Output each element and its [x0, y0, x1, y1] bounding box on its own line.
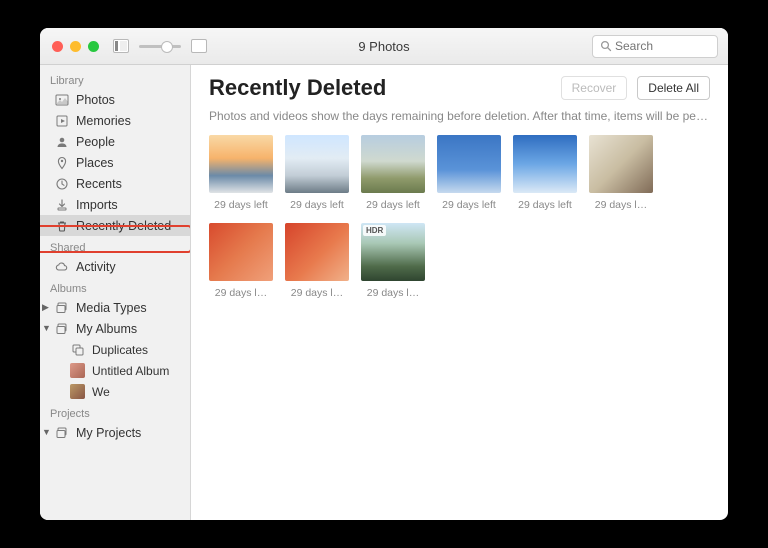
page-title: Recently Deleted	[209, 75, 551, 101]
photo-thumbnail[interactable]: HDR	[361, 223, 425, 281]
hdr-badge: HDR	[363, 225, 386, 236]
delete-all-button[interactable]: Delete All	[637, 76, 710, 100]
recover-button[interactable]: Recover	[561, 76, 628, 100]
sidebar-item-label: People	[76, 135, 115, 149]
main-content: Recently Deleted Recover Delete All Phot…	[191, 65, 728, 520]
sidebar-item-untitled-album[interactable]: Untitled Album	[40, 360, 190, 381]
sidebar-section-albums: Albums	[40, 277, 190, 297]
sidebar-item-label: Recently Deleted	[76, 219, 171, 233]
sidebar-item-people[interactable]: People	[40, 131, 190, 152]
sidebar-item-activity[interactable]: Activity	[40, 256, 190, 277]
days-left-caption: 29 days l…	[215, 287, 268, 299]
sidebar: Library Photos Memories People	[40, 65, 191, 520]
days-left-caption: 29 days l…	[291, 287, 344, 299]
sidebar-item-duplicates[interactable]: Duplicates	[40, 339, 190, 360]
days-left-caption: 29 days left	[442, 199, 496, 211]
close-window-button[interactable]	[52, 41, 63, 52]
app-window: 9 Photos Library Photos Memories	[40, 28, 728, 520]
toolbar-view-controls	[113, 39, 207, 53]
chevron-right-icon[interactable]: ▶	[42, 302, 49, 313]
photo-thumbnail[interactable]	[209, 223, 273, 281]
days-left-caption: 29 days left	[214, 199, 268, 211]
photo-grid: 29 days left 29 days left 29 days left 2…	[209, 135, 710, 299]
sidebar-item-recently-deleted[interactable]: Recently Deleted	[40, 215, 190, 236]
album-thumbnail-icon	[70, 384, 85, 399]
titlebar: 9 Photos	[40, 28, 728, 65]
chevron-down-icon[interactable]: ▼	[42, 323, 51, 333]
sidebar-item-label: Imports	[76, 198, 118, 212]
days-left-caption: 29 days left	[366, 199, 420, 211]
sidebar-section-projects: Projects	[40, 402, 190, 422]
download-icon	[54, 197, 69, 212]
photo-thumbnail[interactable]	[285, 135, 349, 193]
photo-cell[interactable]: 29 days left	[513, 135, 577, 211]
sidebar-item-imports[interactable]: Imports	[40, 194, 190, 215]
photo-thumbnail[interactable]	[437, 135, 501, 193]
clock-icon	[54, 176, 69, 191]
photo-cell[interactable]: 29 days left	[361, 135, 425, 211]
photo-thumbnail[interactable]	[285, 223, 349, 281]
photo-cell[interactable]: 29 days l…	[589, 135, 653, 211]
sidebar-item-label: Memories	[76, 114, 131, 128]
photo-cell[interactable]: 29 days left	[437, 135, 501, 211]
album-thumbnail-icon	[70, 363, 85, 378]
view-mode-button[interactable]	[191, 39, 207, 53]
sidebar-item-media-types[interactable]: ▶ Media Types	[40, 297, 190, 318]
sidebar-item-label: Media Types	[76, 301, 147, 315]
search-icon	[600, 40, 612, 52]
sidebar-item-label: My Projects	[76, 426, 141, 440]
sidebar-item-we[interactable]: We	[40, 381, 190, 402]
sidebar-item-memories[interactable]: Memories	[40, 110, 190, 131]
sidebar-item-label: Recents	[76, 177, 122, 191]
photo-thumbnail[interactable]	[589, 135, 653, 193]
trash-icon	[54, 218, 69, 233]
chevron-down-icon[interactable]: ▼	[42, 427, 51, 437]
sidebar-item-label: Duplicates	[92, 343, 148, 357]
cloud-icon	[54, 259, 69, 274]
stack-icon	[54, 321, 69, 336]
photo-cell[interactable]: 29 days l…	[209, 223, 273, 299]
days-left-caption: 29 days l…	[367, 287, 420, 299]
people-icon	[54, 134, 69, 149]
days-left-caption: 29 days l…	[595, 199, 648, 211]
days-left-caption: 29 days left	[518, 199, 572, 211]
stack-icon	[54, 300, 69, 315]
stack-icon	[54, 425, 69, 440]
window-controls	[52, 41, 99, 52]
sidebar-item-label: We	[92, 385, 110, 399]
thumbnail-zoom-slider[interactable]	[139, 45, 181, 48]
memories-icon	[54, 113, 69, 128]
sidebar-item-recents[interactable]: Recents	[40, 173, 190, 194]
sidebar-section-library: Library	[40, 69, 190, 89]
sidebar-item-label: My Albums	[76, 322, 137, 336]
duplicates-icon	[70, 342, 85, 357]
photo-cell[interactable]: HDR 29 days l…	[361, 223, 425, 299]
sidebar-section-shared: Shared	[40, 236, 190, 256]
photo-cell[interactable]: 29 days l…	[285, 223, 349, 299]
sidebar-item-photos[interactable]: Photos	[40, 89, 190, 110]
photo-cell[interactable]: 29 days left	[209, 135, 273, 211]
days-left-caption: 29 days left	[290, 199, 344, 211]
places-icon	[54, 155, 69, 170]
page-description: Photos and videos show the days remainin…	[209, 109, 710, 123]
sidebar-item-label: Places	[76, 156, 114, 170]
photo-thumbnail[interactable]	[361, 135, 425, 193]
sidebar-item-my-albums[interactable]: ▼ My Albums	[40, 318, 190, 339]
photo-thumbnail[interactable]	[209, 135, 273, 193]
minimize-window-button[interactable]	[70, 41, 81, 52]
fullscreen-window-button[interactable]	[88, 41, 99, 52]
toggle-sidebar-button[interactable]	[113, 39, 129, 53]
photo-cell[interactable]: 29 days left	[285, 135, 349, 211]
sidebar-item-label: Activity	[76, 260, 116, 274]
sidebar-item-places[interactable]: Places	[40, 152, 190, 173]
sidebar-item-label: Untitled Album	[92, 364, 169, 378]
sidebar-item-label: Photos	[76, 93, 115, 107]
photos-icon	[54, 92, 69, 107]
sidebar-item-my-projects[interactable]: ▼ My Projects	[40, 422, 190, 443]
photo-thumbnail[interactable]	[513, 135, 577, 193]
